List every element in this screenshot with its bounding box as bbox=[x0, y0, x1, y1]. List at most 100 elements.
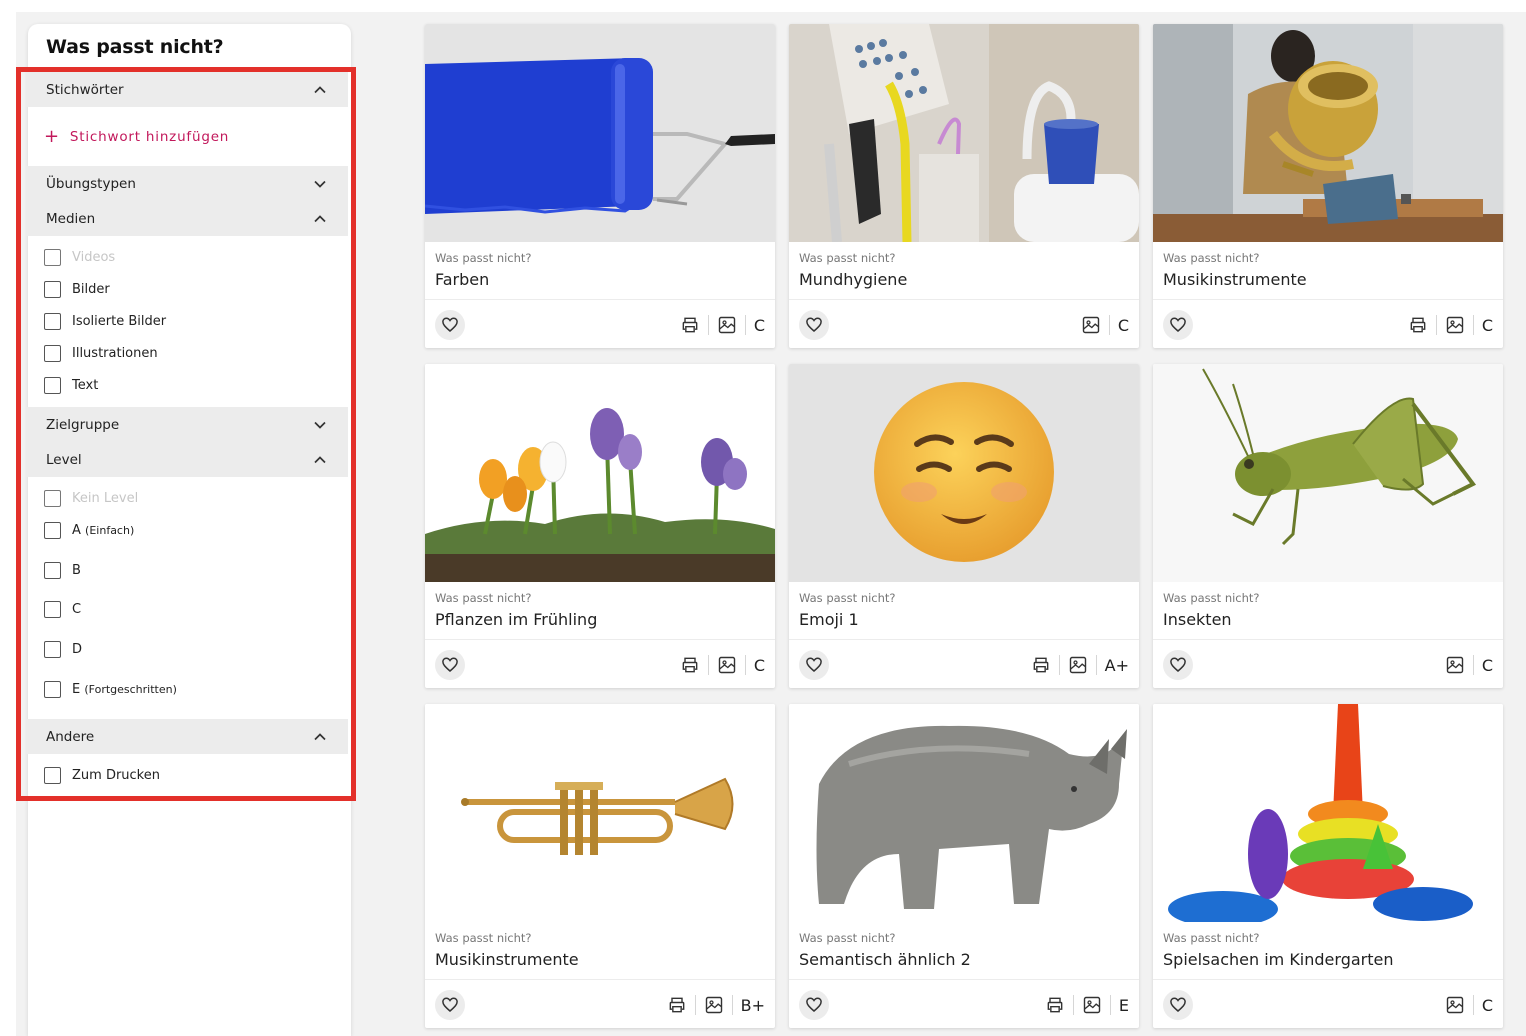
checkbox[interactable] bbox=[44, 681, 61, 698]
image-button[interactable] bbox=[1435, 315, 1473, 335]
add-keyword-button[interactable]: + Stichwort hinzufügen bbox=[44, 128, 229, 146]
exercise-type-label: Was passt nicht? bbox=[1163, 591, 1260, 605]
checkbox[interactable] bbox=[44, 345, 61, 362]
image-button[interactable] bbox=[694, 995, 732, 1015]
favorite-button[interactable] bbox=[799, 990, 829, 1020]
filter-option-no-level[interactable]: Kein Level bbox=[44, 490, 138, 507]
exercise-type-label: Was passt nicht? bbox=[1163, 931, 1260, 945]
print-button[interactable] bbox=[672, 655, 708, 675]
checkbox[interactable] bbox=[44, 767, 61, 784]
filter-option-text[interactable]: Text bbox=[44, 377, 98, 394]
heart-icon bbox=[806, 997, 822, 1012]
card-divider bbox=[789, 979, 1139, 980]
card-tools: C bbox=[1437, 992, 1493, 1018]
exercise-card[interactable]: Was passt nicht? Farben C bbox=[425, 24, 775, 348]
checkbox[interactable] bbox=[44, 522, 61, 539]
section-header-other[interactable]: Andere bbox=[26, 719, 348, 754]
printer-icon bbox=[682, 657, 698, 673]
exercise-title[interactable]: Semantisch ähnlich 2 bbox=[799, 950, 971, 969]
print-button[interactable] bbox=[672, 315, 708, 335]
sidebar-title: Was passt nicht? bbox=[46, 36, 224, 58]
section-header-audience[interactable]: Zielgruppe bbox=[26, 407, 348, 442]
exercise-card[interactable]: Was passt nicht? Spielsachen im Kinderga… bbox=[1153, 704, 1503, 1028]
crocus-flowers-image bbox=[425, 364, 775, 582]
level-badge: C bbox=[1472, 655, 1493, 675]
exercise-card[interactable]: Was passt nicht? Mundhygiene C bbox=[789, 24, 1139, 348]
print-button[interactable] bbox=[659, 995, 695, 1015]
add-keyword-label: Stichwort hinzufügen bbox=[69, 129, 230, 145]
exercise-card[interactable]: Was passt nicht? Semantisch ähnlich 2 E bbox=[789, 704, 1139, 1028]
exercise-card[interactable]: Was passt nicht? Musikinstrumente C bbox=[1153, 24, 1503, 348]
card-divider bbox=[1153, 979, 1503, 980]
favorite-button[interactable] bbox=[435, 650, 465, 680]
heart-icon bbox=[1170, 317, 1186, 332]
exercise-title[interactable]: Mundhygiene bbox=[799, 270, 907, 289]
section-header-exercise-types[interactable]: Übungstypen bbox=[26, 166, 348, 201]
image-icon bbox=[1069, 656, 1086, 674]
exercise-type-label: Was passt nicht? bbox=[799, 591, 896, 605]
checkbox[interactable] bbox=[44, 249, 61, 266]
favorite-button[interactable] bbox=[435, 990, 465, 1020]
exercise-card[interactable]: Was passt nicht? Musikinstrumente B+ bbox=[425, 704, 775, 1028]
section-header-media[interactable]: Medien bbox=[26, 201, 348, 236]
filter-option-level-e[interactable]: E (Fortgeschritten) bbox=[44, 681, 177, 698]
favorite-button[interactable] bbox=[1163, 650, 1193, 680]
exercise-title[interactable]: Musikinstrumente bbox=[1163, 270, 1307, 289]
filter-option-images[interactable]: Bilder bbox=[44, 281, 110, 298]
exercise-card[interactable]: Was passt nicht? Pflanzen im Frühling C bbox=[425, 364, 775, 688]
checkbox[interactable] bbox=[44, 601, 61, 618]
section-label: Andere bbox=[46, 728, 95, 745]
exercise-type-label: Was passt nicht? bbox=[435, 591, 532, 605]
print-button[interactable] bbox=[1400, 315, 1436, 335]
filter-option-level-c[interactable]: C bbox=[44, 601, 81, 618]
exercise-card[interactable]: Was passt nicht? Insekten C bbox=[1153, 364, 1503, 688]
filter-option-isolated-images[interactable]: Isolierte Bilder bbox=[44, 313, 166, 330]
favorite-button[interactable] bbox=[435, 310, 465, 340]
checkbox[interactable] bbox=[44, 313, 61, 330]
chevron-down-icon bbox=[313, 418, 327, 432]
filter-option-videos[interactable]: Videos bbox=[44, 249, 115, 266]
exercise-title[interactable]: Farben bbox=[435, 270, 489, 289]
exercise-title[interactable]: Musikinstrumente bbox=[435, 950, 579, 969]
heart-icon bbox=[1170, 997, 1186, 1012]
checkbox[interactable] bbox=[44, 490, 61, 507]
favorite-button[interactable] bbox=[1163, 990, 1193, 1020]
section-header-keywords[interactable]: Stichwörter bbox=[26, 72, 348, 107]
image-button[interactable] bbox=[1058, 655, 1096, 675]
card-tools: C bbox=[672, 652, 765, 678]
filter-option-level-a[interactable]: A (Einfach) bbox=[44, 522, 134, 539]
filter-option-level-b[interactable]: B bbox=[44, 562, 81, 579]
section-label: Medien bbox=[46, 210, 96, 227]
checkbox[interactable] bbox=[44, 562, 61, 579]
filter-option-printable[interactable]: Zum Drucken bbox=[44, 767, 160, 784]
checkbox[interactable] bbox=[44, 377, 61, 394]
option-label: Kein Level bbox=[72, 491, 139, 506]
card-divider bbox=[425, 299, 775, 300]
filter-option-level-d[interactable]: D bbox=[44, 641, 82, 658]
favorite-button[interactable] bbox=[1163, 310, 1193, 340]
checkbox[interactable] bbox=[44, 281, 61, 298]
image-button[interactable] bbox=[1437, 995, 1473, 1015]
option-label: Text bbox=[72, 378, 99, 393]
level-letter: E bbox=[72, 682, 81, 697]
image-button[interactable] bbox=[1072, 995, 1110, 1015]
favorite-button[interactable] bbox=[799, 650, 829, 680]
chevron-up-icon bbox=[313, 730, 327, 744]
filter-option-illustrations[interactable]: Illustrationen bbox=[44, 345, 158, 362]
image-button[interactable] bbox=[1437, 655, 1473, 675]
exercise-title[interactable]: Insekten bbox=[1163, 610, 1232, 629]
card-tools: C bbox=[1437, 652, 1493, 678]
print-button[interactable] bbox=[1023, 655, 1059, 675]
exercise-title[interactable]: Spielsachen im Kindergarten bbox=[1163, 950, 1393, 969]
level-badge: B+ bbox=[731, 995, 765, 1015]
checkbox[interactable] bbox=[44, 641, 61, 658]
favorite-button[interactable] bbox=[799, 310, 829, 340]
image-button[interactable] bbox=[1073, 315, 1109, 335]
exercise-card[interactable]: Was passt nicht? Emoji 1 A+ bbox=[789, 364, 1139, 688]
image-button[interactable] bbox=[707, 315, 745, 335]
print-button[interactable] bbox=[1037, 995, 1073, 1015]
exercise-title[interactable]: Emoji 1 bbox=[799, 610, 859, 629]
exercise-title[interactable]: Pflanzen im Frühling bbox=[435, 610, 597, 629]
section-header-level[interactable]: Level bbox=[26, 442, 348, 477]
image-button[interactable] bbox=[707, 655, 745, 675]
